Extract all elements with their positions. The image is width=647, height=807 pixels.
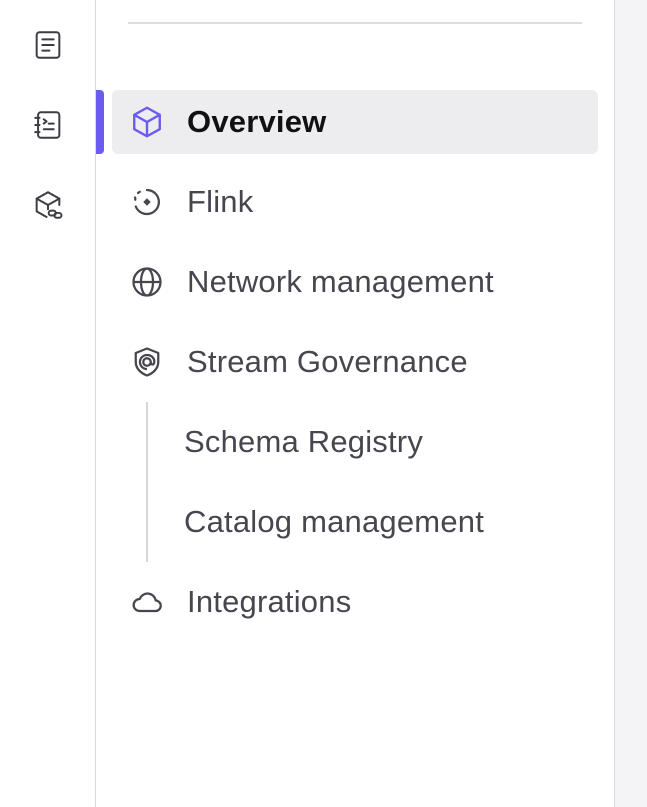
document-icon[interactable] — [28, 25, 68, 65]
nav-item-stream-governance[interactable]: Stream Governance — [112, 330, 598, 394]
cube-icon — [128, 103, 166, 141]
nav-subitem-schema-registry[interactable]: Schema Registry — [184, 414, 584, 470]
nav-label-catalog-management: Catalog management — [184, 504, 485, 539]
nav-item-network-management[interactable]: Network management — [112, 250, 598, 314]
active-indicator — [96, 90, 104, 154]
nav-panel: Overview Flink Network management Stream… — [96, 0, 615, 807]
divider — [128, 22, 582, 24]
nav-label-schema-registry: Schema Registry — [184, 424, 424, 459]
globe-icon — [128, 263, 166, 301]
nav-label-flink: Flink — [187, 184, 254, 219]
notebook-icon[interactable] — [28, 105, 68, 145]
flink-rotate-icon — [128, 183, 166, 221]
nav-subitem-catalog-management[interactable]: Catalog management — [184, 494, 584, 550]
icon-rail — [0, 0, 96, 807]
sub-nav-line — [146, 402, 148, 562]
nav-item-overview[interactable]: Overview — [112, 90, 598, 154]
nav-label-network-management: Network management — [187, 264, 494, 299]
main-content-edge — [615, 0, 647, 807]
nav-item-flink[interactable]: Flink — [112, 170, 598, 234]
cloud-icon — [128, 583, 166, 621]
shield-icon — [128, 343, 166, 381]
nav-item-integrations[interactable]: Integrations — [112, 570, 598, 634]
nav-label-overview: Overview — [187, 104, 327, 139]
package-link-icon[interactable] — [28, 185, 68, 225]
nav-label-stream-governance: Stream Governance — [187, 344, 468, 379]
nav-label-integrations: Integrations — [187, 584, 352, 619]
